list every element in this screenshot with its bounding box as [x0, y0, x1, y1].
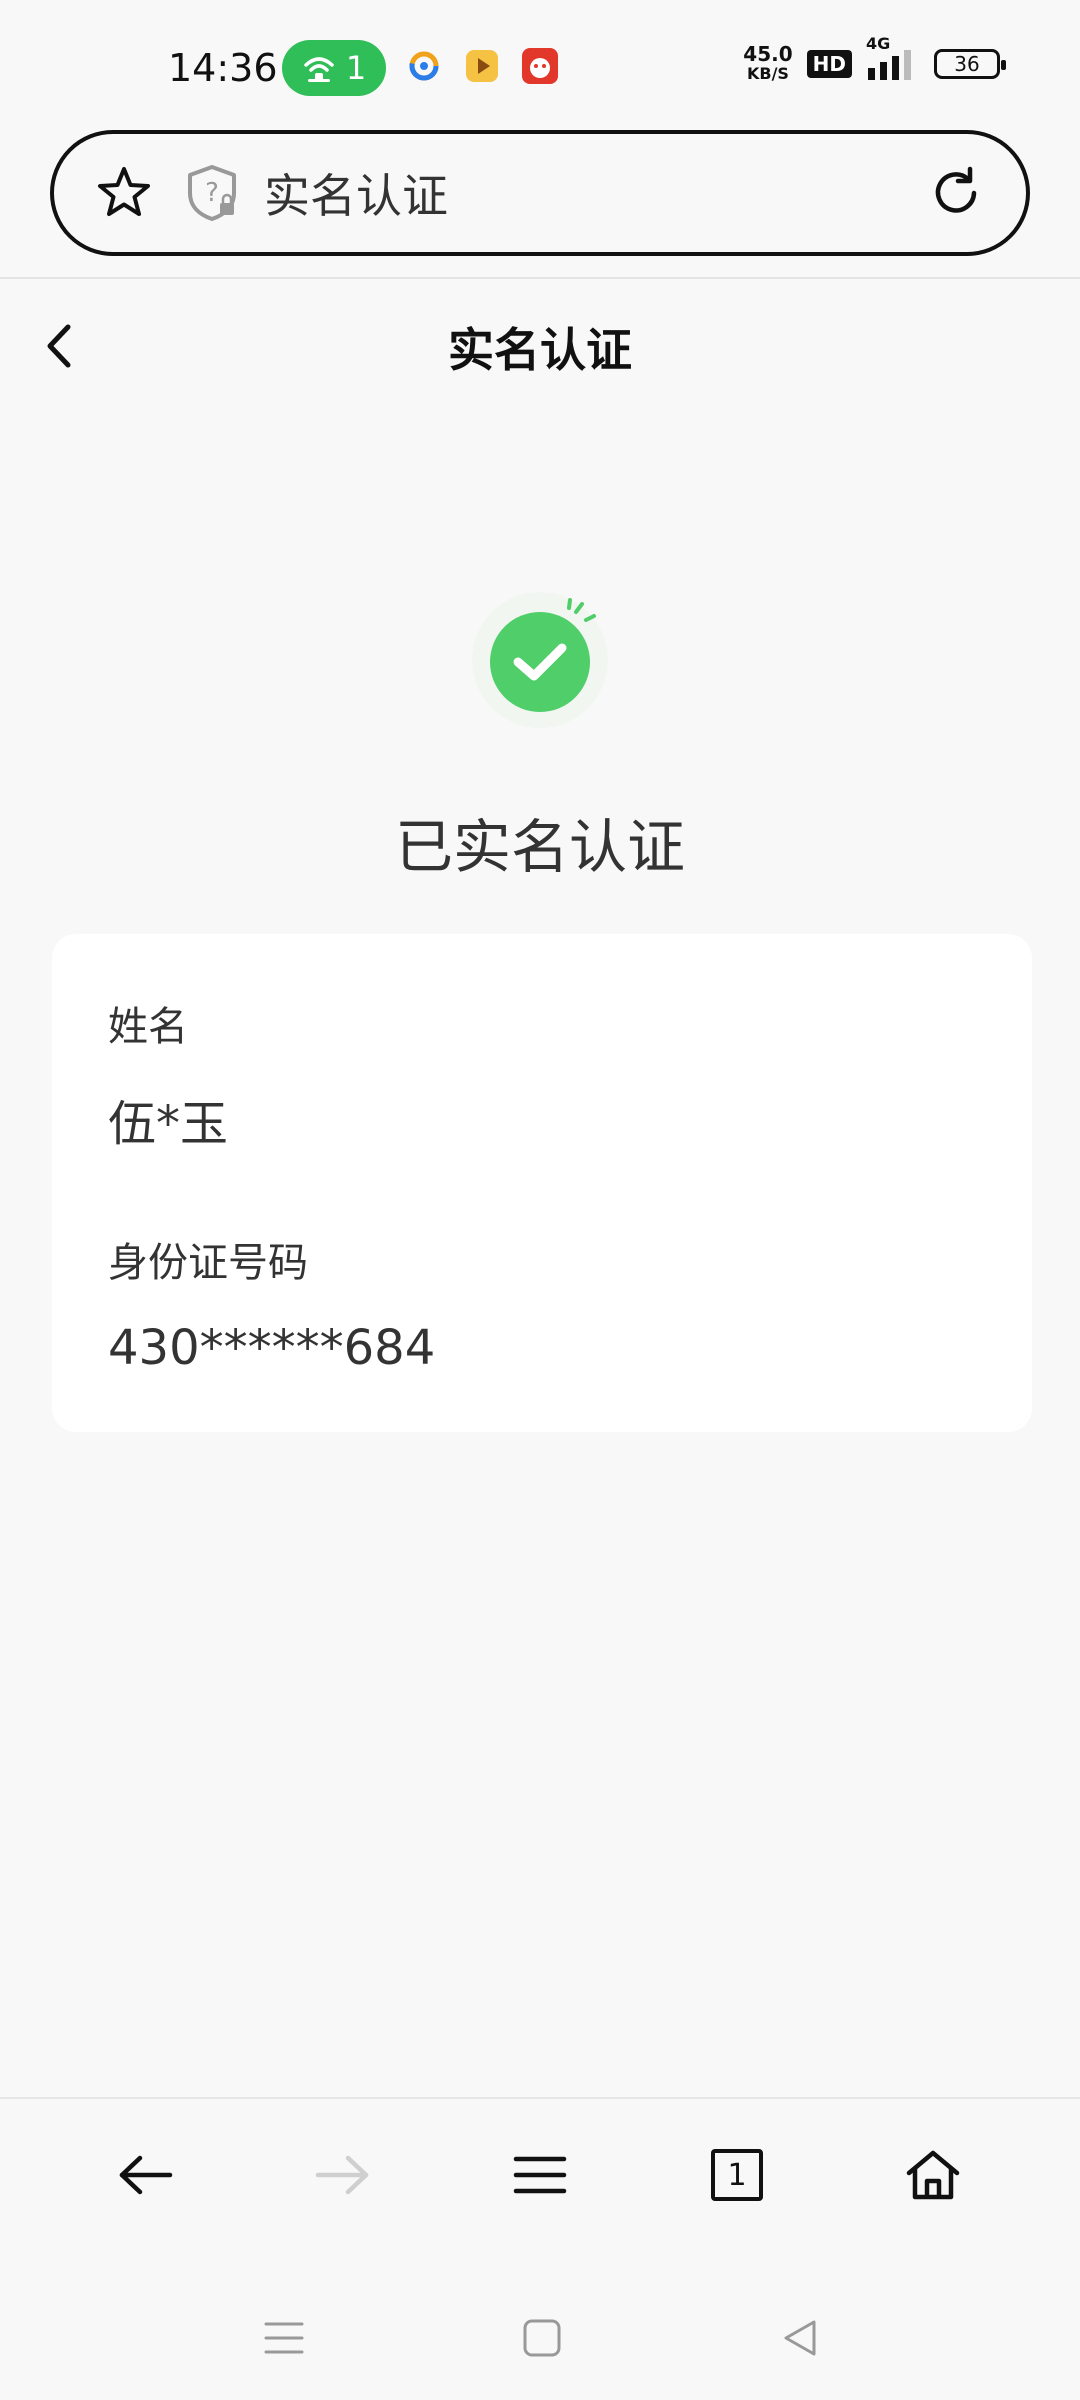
page-header: 实名认证: [0, 300, 1080, 390]
tab-count: 1: [727, 2157, 747, 2193]
triangle-back-icon: [784, 2320, 816, 2356]
video-app-notification-icon: [466, 50, 498, 82]
nav-back-button[interactable]: [111, 2140, 181, 2210]
status-time: 14:36: [168, 46, 278, 90]
browser-toolbar: 1: [0, 2100, 1080, 2240]
address-bar[interactable]: ? 实名认证: [50, 130, 1030, 256]
home-icon: [906, 2150, 960, 2200]
name-label: 姓名: [108, 1004, 188, 1050]
hotspot-count: 1: [345, 49, 367, 87]
game-app-notification-icon: [522, 48, 558, 84]
system-nav-bar: [0, 2280, 1080, 2390]
system-home-button[interactable]: [512, 2308, 572, 2368]
refresh-button[interactable]: [926, 163, 986, 223]
network-type: 4G: [866, 34, 891, 53]
verification-status: 已实名认证: [394, 813, 685, 881]
recent-apps-button[interactable]: [254, 2308, 314, 2368]
address-divider: [0, 277, 1080, 279]
status-bar: 14:36 1 45.0 KB/S HD 4G 36: [0, 0, 1080, 130]
hotspot-icon: [304, 57, 334, 82]
network-speed: 45.0 KB/S: [743, 44, 792, 84]
system-back-button[interactable]: [770, 2308, 830, 2368]
identity-info-card: 姓名 伍*玉 身份证号码 430******684: [52, 934, 1032, 1432]
address-title[interactable]: 实名认证: [264, 160, 448, 226]
square-home-icon: [523, 2319, 561, 2357]
recent-apps-icon: [264, 2322, 304, 2354]
svg-text:?: ?: [205, 178, 219, 208]
status-right-group: 45.0 KB/S HD 4G 36: [743, 34, 1006, 84]
network-speed-unit: KB/S: [746, 64, 789, 83]
hd-badge: HD: [806, 50, 852, 78]
battery-level: 36: [954, 52, 980, 76]
name-value: 伍*玉: [108, 1096, 229, 1152]
id-number-value: 430******684: [108, 1320, 436, 1376]
signal-indicator: 4G: [866, 34, 920, 80]
star-icon: [98, 167, 150, 216]
tab-count-box: 1: [711, 2149, 763, 2201]
browser-notification-icon: [409, 51, 439, 81]
bookmark-button[interactable]: [94, 163, 154, 223]
toolbar-divider: [0, 2097, 1080, 2099]
success-badge: [470, 590, 610, 730]
page-title: 实名认证: [448, 323, 632, 377]
tabs-button[interactable]: 1: [702, 2140, 772, 2210]
battery-indicator: 36: [934, 49, 1006, 79]
menu-button[interactable]: [505, 2140, 575, 2210]
shield-unknown-icon: ?: [188, 165, 236, 221]
security-status-button[interactable]: ?: [184, 163, 240, 223]
check-circle-icon: [472, 592, 608, 728]
id-number-label: 身份证号码: [108, 1240, 308, 1286]
network-speed-value: 45.0: [743, 42, 793, 66]
refresh-icon: [935, 166, 977, 213]
arrow-right-icon: [315, 2155, 369, 2195]
home-button[interactable]: [898, 2140, 968, 2210]
hotspot-indicator[interactable]: 1: [282, 40, 386, 96]
arrow-left-icon: [119, 2155, 173, 2195]
nav-forward-button[interactable]: [307, 2140, 377, 2210]
hamburger-menu-icon: [513, 2156, 567, 2194]
notification-icons: [404, 46, 560, 86]
